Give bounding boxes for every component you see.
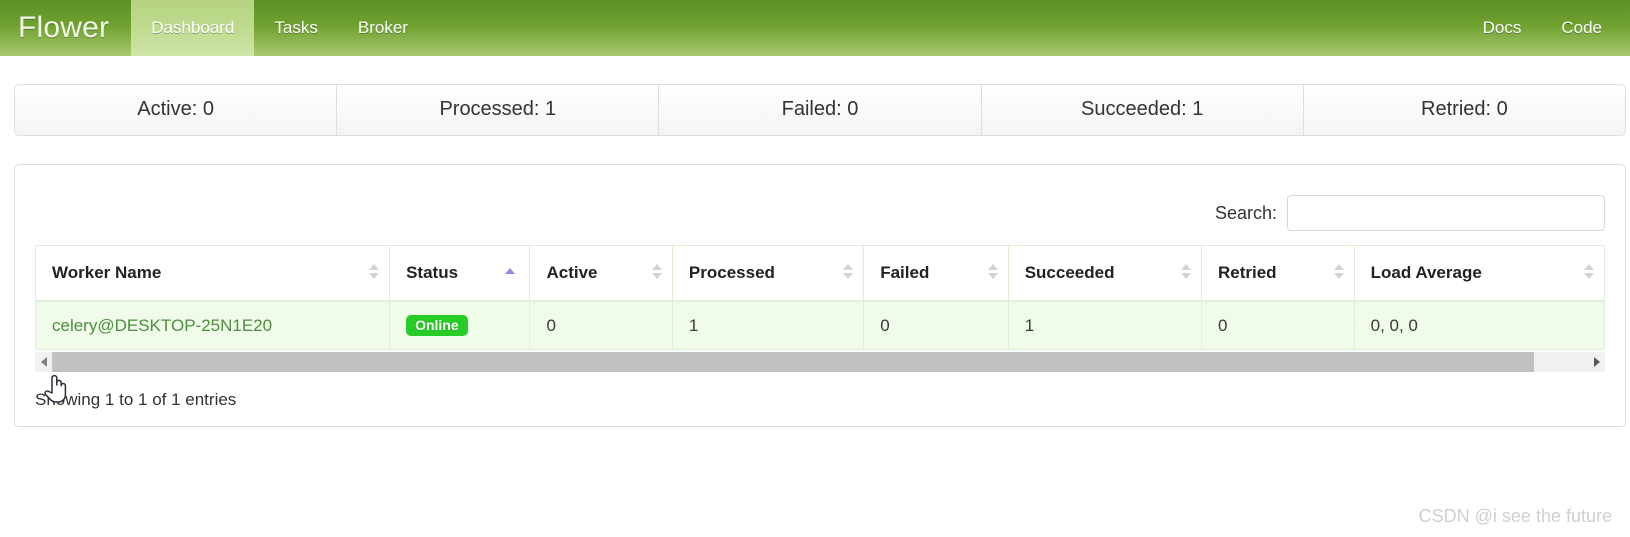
column-header-active[interactable]: Active (529, 245, 673, 302)
column-label: Succeeded (1024, 263, 1115, 282)
brand-logo[interactable]: Flower (0, 0, 131, 56)
stats-section: Active: 0 Processed: 1 Failed: 0 Succeed… (0, 56, 1630, 136)
column-label: Load Average (1370, 263, 1482, 282)
table-info: Showing 1 to 1 of 1 entries (35, 390, 237, 409)
watermark-text: CSDN @i see the future (1418, 506, 1612, 526)
column-header-processed[interactable]: Processed (671, 245, 865, 302)
table-header-row: Worker Name Status Active Processed Fail… (34, 245, 1606, 302)
sort-both-icon[interactable] (843, 264, 854, 282)
column-label: Processed (688, 263, 775, 282)
column-label: Active (546, 263, 598, 282)
column-label: Failed (880, 263, 930, 282)
workers-table: Worker Name Status Active Processed Fail… (34, 245, 1606, 350)
cell-failed: 0 (863, 300, 1009, 350)
scrollbar-track[interactable] (52, 352, 1588, 372)
cell-processed: 1 (671, 300, 865, 350)
column-header-load-average[interactable]: Load Average (1353, 245, 1606, 302)
column-label: Retried (1218, 263, 1277, 282)
nav-item-broker[interactable]: Broker (338, 0, 428, 56)
sort-both-icon[interactable] (1333, 264, 1344, 282)
cell-status: Online (389, 300, 531, 350)
sort-asc-icon[interactable] (505, 268, 516, 278)
workers-table-head: Worker Name Status Active Processed Fail… (34, 245, 1606, 302)
stat-processed[interactable]: Processed: 1 (337, 85, 660, 135)
stat-failed[interactable]: Failed: 0 (659, 85, 982, 135)
workers-panel: Search: Worker Name Status Active Proces… (14, 164, 1626, 427)
cell-succeeded: 1 (1007, 300, 1203, 350)
chevron-left-icon[interactable] (35, 352, 52, 372)
stat-retried[interactable]: Retried: 0 (1303, 85, 1625, 135)
column-label: Status (406, 263, 459, 282)
scrollbar-thumb[interactable] (52, 352, 1535, 372)
cell-active: 0 (529, 300, 673, 350)
table-row[interactable]: celery@DESKTOP-25N1E20 Online 0 1 0 1 0 … (34, 300, 1606, 350)
column-header-failed[interactable]: Failed (863, 245, 1009, 302)
column-header-succeeded[interactable]: Succeeded (1007, 245, 1203, 302)
cell-load-average: 0, 0, 0 (1353, 300, 1606, 350)
column-label: Worker Name (52, 263, 162, 282)
nav-item-docs[interactable]: Docs (1463, 0, 1542, 56)
secondary-nav: Docs Code (1463, 0, 1630, 56)
column-header-worker-name[interactable]: Worker Name (34, 245, 391, 302)
stat-succeeded[interactable]: Succeeded: 1 (981, 85, 1304, 135)
sort-both-icon[interactable] (987, 264, 998, 282)
top-navbar: Flower Dashboard Tasks Broker Docs Code (0, 0, 1630, 56)
cell-worker-name: celery@DESKTOP-25N1E20 (34, 300, 391, 350)
stats-bar: Active: 0 Processed: 1 Failed: 0 Succeed… (14, 84, 1626, 136)
nav-item-tasks[interactable]: Tasks (254, 0, 337, 56)
column-header-status[interactable]: Status (389, 245, 531, 302)
status-badge: Online (406, 315, 468, 336)
workers-table-body: celery@DESKTOP-25N1E20 Online 0 1 0 1 0 … (34, 300, 1606, 350)
workers-table-scroll: Worker Name Status Active Processed Fail… (34, 245, 1606, 372)
stat-active[interactable]: Active: 0 (15, 85, 338, 135)
workers-panel-section: Search: Worker Name Status Active Proces… (0, 136, 1630, 427)
search-row: Search: (35, 179, 1605, 245)
sort-both-icon[interactable] (1181, 264, 1191, 282)
worker-link[interactable]: celery@DESKTOP-25N1E20 (52, 316, 272, 335)
nav-item-code[interactable]: Code (1541, 0, 1622, 56)
sort-both-icon[interactable] (369, 264, 380, 282)
primary-nav: Dashboard Tasks Broker (131, 0, 428, 56)
horizontal-scrollbar[interactable] (35, 352, 1605, 372)
column-header-retried[interactable]: Retried (1201, 245, 1355, 302)
nav-item-dashboard[interactable]: Dashboard (131, 0, 255, 56)
sort-both-icon[interactable] (1584, 264, 1594, 282)
search-label: Search: (1214, 202, 1277, 223)
sort-both-icon[interactable] (651, 264, 662, 282)
cell-retried: 0 (1201, 300, 1355, 350)
search-input[interactable] (1287, 195, 1605, 231)
chevron-right-icon[interactable] (1588, 352, 1605, 372)
